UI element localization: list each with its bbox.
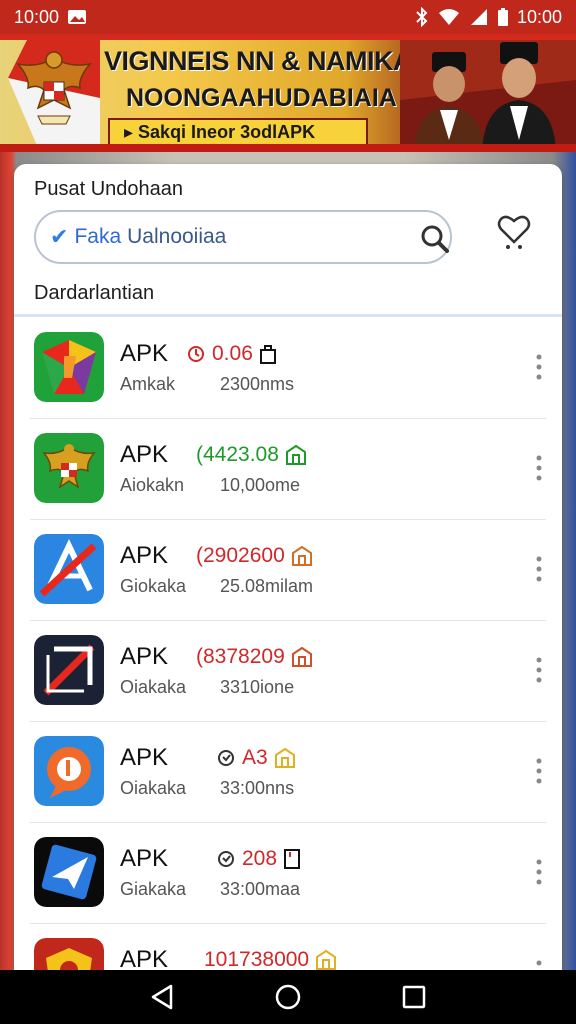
store-icon bbox=[316, 949, 337, 970]
search-placeholder-prefix: Faka bbox=[74, 225, 122, 248]
wifi-icon bbox=[438, 9, 459, 25]
app-developer: Giokaka bbox=[120, 576, 187, 596]
more-vert-icon[interactable] bbox=[534, 655, 544, 685]
app-size: 33:00nns bbox=[220, 778, 295, 798]
more-vert-icon[interactable] bbox=[534, 756, 544, 786]
status-time-right: 10:00 bbox=[516, 6, 562, 27]
status-bar: 10:00 10:00 bbox=[0, 0, 576, 34]
download-center-card: Pusat Undohaan ✔ Faka Ualnooiiaa Dardarl… bbox=[14, 164, 562, 970]
app-badge-value: (2902600 bbox=[196, 544, 285, 567]
app-name: APK bbox=[120, 643, 169, 670]
image-notification-icon bbox=[68, 10, 87, 24]
rating-icon bbox=[218, 750, 234, 766]
section-label: Dardarlantian bbox=[34, 282, 155, 304]
back-icon[interactable] bbox=[149, 983, 175, 1011]
banner-headline: VIGNNEIS NN & NAMIKAN bbox=[104, 46, 432, 76]
lock-icon bbox=[259, 345, 276, 364]
app-developer: Oiakaka bbox=[120, 778, 187, 798]
promo-banner[interactable]: VIGNNEIS NN & NAMIKAN NOONGAAHUDABIAIA ▸… bbox=[0, 34, 576, 152]
list-item[interactable]: APK (8378209 Oiakaka 3310ione bbox=[30, 621, 546, 722]
app-badge-value: (4423.08 bbox=[196, 443, 279, 466]
app-badge: 0.06 bbox=[186, 342, 277, 366]
garuda-icon bbox=[34, 433, 104, 503]
app-badge-value: (8378209 bbox=[196, 645, 285, 668]
app-name: APK bbox=[120, 845, 169, 872]
store-icon bbox=[285, 444, 306, 465]
page-title: Pusat Undohaan bbox=[34, 178, 184, 200]
app-badge: 101738000 bbox=[204, 948, 337, 970]
app-name: APK bbox=[120, 946, 169, 970]
officials-photo bbox=[400, 40, 576, 152]
list-item[interactable]: APK 208 Giakaka 33:00maa bbox=[30, 823, 546, 924]
dark-arrow-icon bbox=[34, 635, 104, 705]
banner-bottom-stripe bbox=[0, 144, 576, 152]
garuda-emblem-icon bbox=[8, 38, 100, 148]
rating-icon bbox=[218, 851, 234, 867]
bluetooth-icon bbox=[416, 7, 428, 27]
app-badge: 208 bbox=[216, 847, 301, 871]
system-nav-bar bbox=[0, 970, 576, 1024]
store-a-icon bbox=[34, 534, 104, 604]
app-name: APK bbox=[120, 744, 169, 771]
app-badge-value: 101738000 bbox=[204, 948, 310, 970]
app-size: 33:00maa bbox=[220, 879, 301, 899]
list-item[interactable]: APK (2902600 Giokaka 25.08milam bbox=[30, 520, 546, 621]
app-size: 2300nms bbox=[220, 374, 295, 394]
app-size: 3310ione bbox=[220, 677, 295, 697]
list-item[interactable]: APK (4423.08 Aiokakn 10,00ome bbox=[30, 419, 546, 520]
chat-bubble-icon bbox=[34, 736, 104, 806]
app-developer: Amkak bbox=[120, 374, 176, 394]
section-divider bbox=[14, 314, 562, 317]
app-developer: Oiakaka bbox=[120, 677, 187, 697]
store-icon bbox=[291, 545, 312, 566]
bookmark-icon bbox=[284, 849, 301, 869]
app-size: 10,00ome bbox=[220, 475, 301, 495]
paper-plane-icon bbox=[34, 837, 104, 907]
app-badge-value: A3 bbox=[242, 746, 268, 769]
banner-subheadline: NOONGAAHUDABIAIA bbox=[126, 84, 397, 112]
app-badge: (2902600 bbox=[196, 544, 313, 568]
app-size: 25.08milam bbox=[220, 576, 314, 596]
more-vert-icon[interactable] bbox=[534, 857, 544, 887]
store-icon bbox=[291, 646, 312, 667]
signal-icon bbox=[470, 9, 487, 25]
app-list: APK 0.06 Amkak 2300nms APK (4423.08 Aiok… bbox=[14, 318, 562, 970]
list-item[interactable]: APK 0.06 Amkak 2300nms bbox=[30, 318, 546, 419]
search-placeholder: Ualnooiiaa bbox=[127, 225, 227, 248]
search-input[interactable]: ✔ Faka Ualnooiiaa bbox=[34, 210, 452, 264]
more-vert-icon[interactable] bbox=[534, 958, 544, 970]
app-name: APK bbox=[120, 340, 169, 367]
favorite-heart-icon[interactable] bbox=[496, 212, 532, 252]
green-gem-icon bbox=[34, 332, 104, 402]
more-vert-icon[interactable] bbox=[534, 453, 544, 483]
list-item[interactable]: APK 101738000 bbox=[30, 924, 546, 970]
app-name: APK bbox=[120, 441, 169, 468]
app-developer: Giakaka bbox=[120, 879, 187, 899]
app-badge: (4423.08 bbox=[196, 443, 307, 467]
app-badge-value: 0.06 bbox=[212, 342, 253, 365]
shield-emblem-icon bbox=[34, 938, 104, 970]
app-badge-value: 208 bbox=[242, 847, 278, 870]
more-vert-icon[interactable] bbox=[534, 554, 544, 584]
more-vert-icon[interactable] bbox=[534, 352, 544, 382]
banner-tagline-button[interactable]: ▸ Sakqi Ineor 3odlAPK bbox=[108, 118, 368, 146]
search-icon[interactable] bbox=[416, 220, 454, 258]
list-item[interactable]: APK A3 Oiakaka 33:00nns bbox=[30, 722, 546, 823]
rating-icon bbox=[188, 346, 204, 362]
app-developer: Aiokakn bbox=[120, 475, 185, 495]
app-name: APK bbox=[120, 542, 169, 569]
status-time-left: 10:00 bbox=[14, 6, 60, 27]
home-icon[interactable] bbox=[274, 983, 302, 1011]
check-icon: ✔ bbox=[50, 224, 69, 249]
app-badge: A3 bbox=[216, 746, 296, 770]
recents-icon[interactable] bbox=[401, 984, 427, 1010]
app-badge: (8378209 bbox=[196, 645, 313, 669]
store-icon bbox=[274, 747, 295, 768]
battery-icon bbox=[497, 8, 508, 26]
